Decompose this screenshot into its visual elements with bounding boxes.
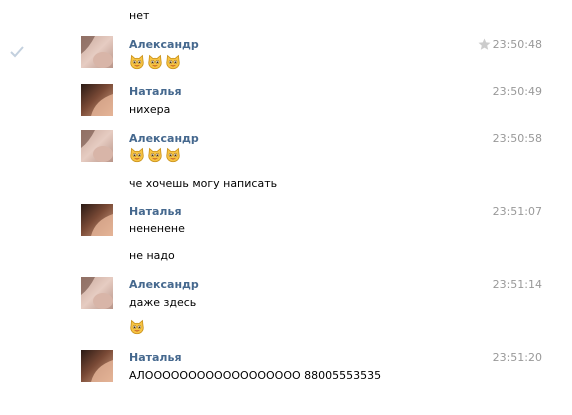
message-text: нет [129, 9, 150, 22]
emoji-row [129, 54, 181, 70]
message-time[interactable]: 23:50:49 [493, 85, 542, 98]
message-text: АЛОООООООООООООООООО 88005553535 [129, 369, 382, 382]
avatar[interactable] [81, 84, 113, 116]
message-text: нененене [129, 222, 185, 235]
cat-emoji-icon [147, 54, 163, 70]
cat-emoji-icon [165, 54, 181, 70]
message-time[interactable]: 23:50:48 [493, 38, 542, 51]
avatar[interactable] [81, 36, 113, 68]
avatar[interactable] [81, 204, 113, 236]
message-time[interactable]: 23:50:58 [493, 132, 542, 145]
author-name[interactable]: Александр [129, 278, 199, 291]
message-text: нихера [129, 103, 171, 116]
emoji-row [129, 319, 145, 335]
cat-emoji-icon [129, 147, 145, 163]
author-name[interactable]: Наталья [129, 351, 182, 364]
message-text: че хочешь могу написать [129, 177, 278, 190]
author-name[interactable]: Александр [129, 132, 199, 145]
message-history: нет Александр 23:50:48 Наталья 23:50:49 … [0, 0, 572, 415]
cat-emoji-icon [129, 54, 145, 70]
message-time[interactable]: 23:51:20 [493, 351, 542, 364]
author-name[interactable]: Наталья [129, 205, 182, 218]
message-time[interactable]: 23:51:07 [493, 205, 542, 218]
avatar[interactable] [81, 130, 113, 162]
message-time[interactable]: 23:51:14 [493, 278, 542, 291]
author-name[interactable]: Наталья [129, 85, 182, 98]
message-text: не надо [129, 249, 175, 262]
message-text: даже здесь [129, 296, 197, 309]
avatar[interactable] [81, 277, 113, 309]
emoji-row [129, 147, 181, 163]
star-icon[interactable] [478, 38, 491, 51]
avatar[interactable] [81, 350, 113, 382]
author-name[interactable]: Александр [129, 38, 199, 51]
check-icon [10, 46, 24, 58]
cat-emoji-icon [165, 147, 181, 163]
cat-emoji-icon [147, 147, 163, 163]
cat-emoji-icon [129, 319, 145, 335]
